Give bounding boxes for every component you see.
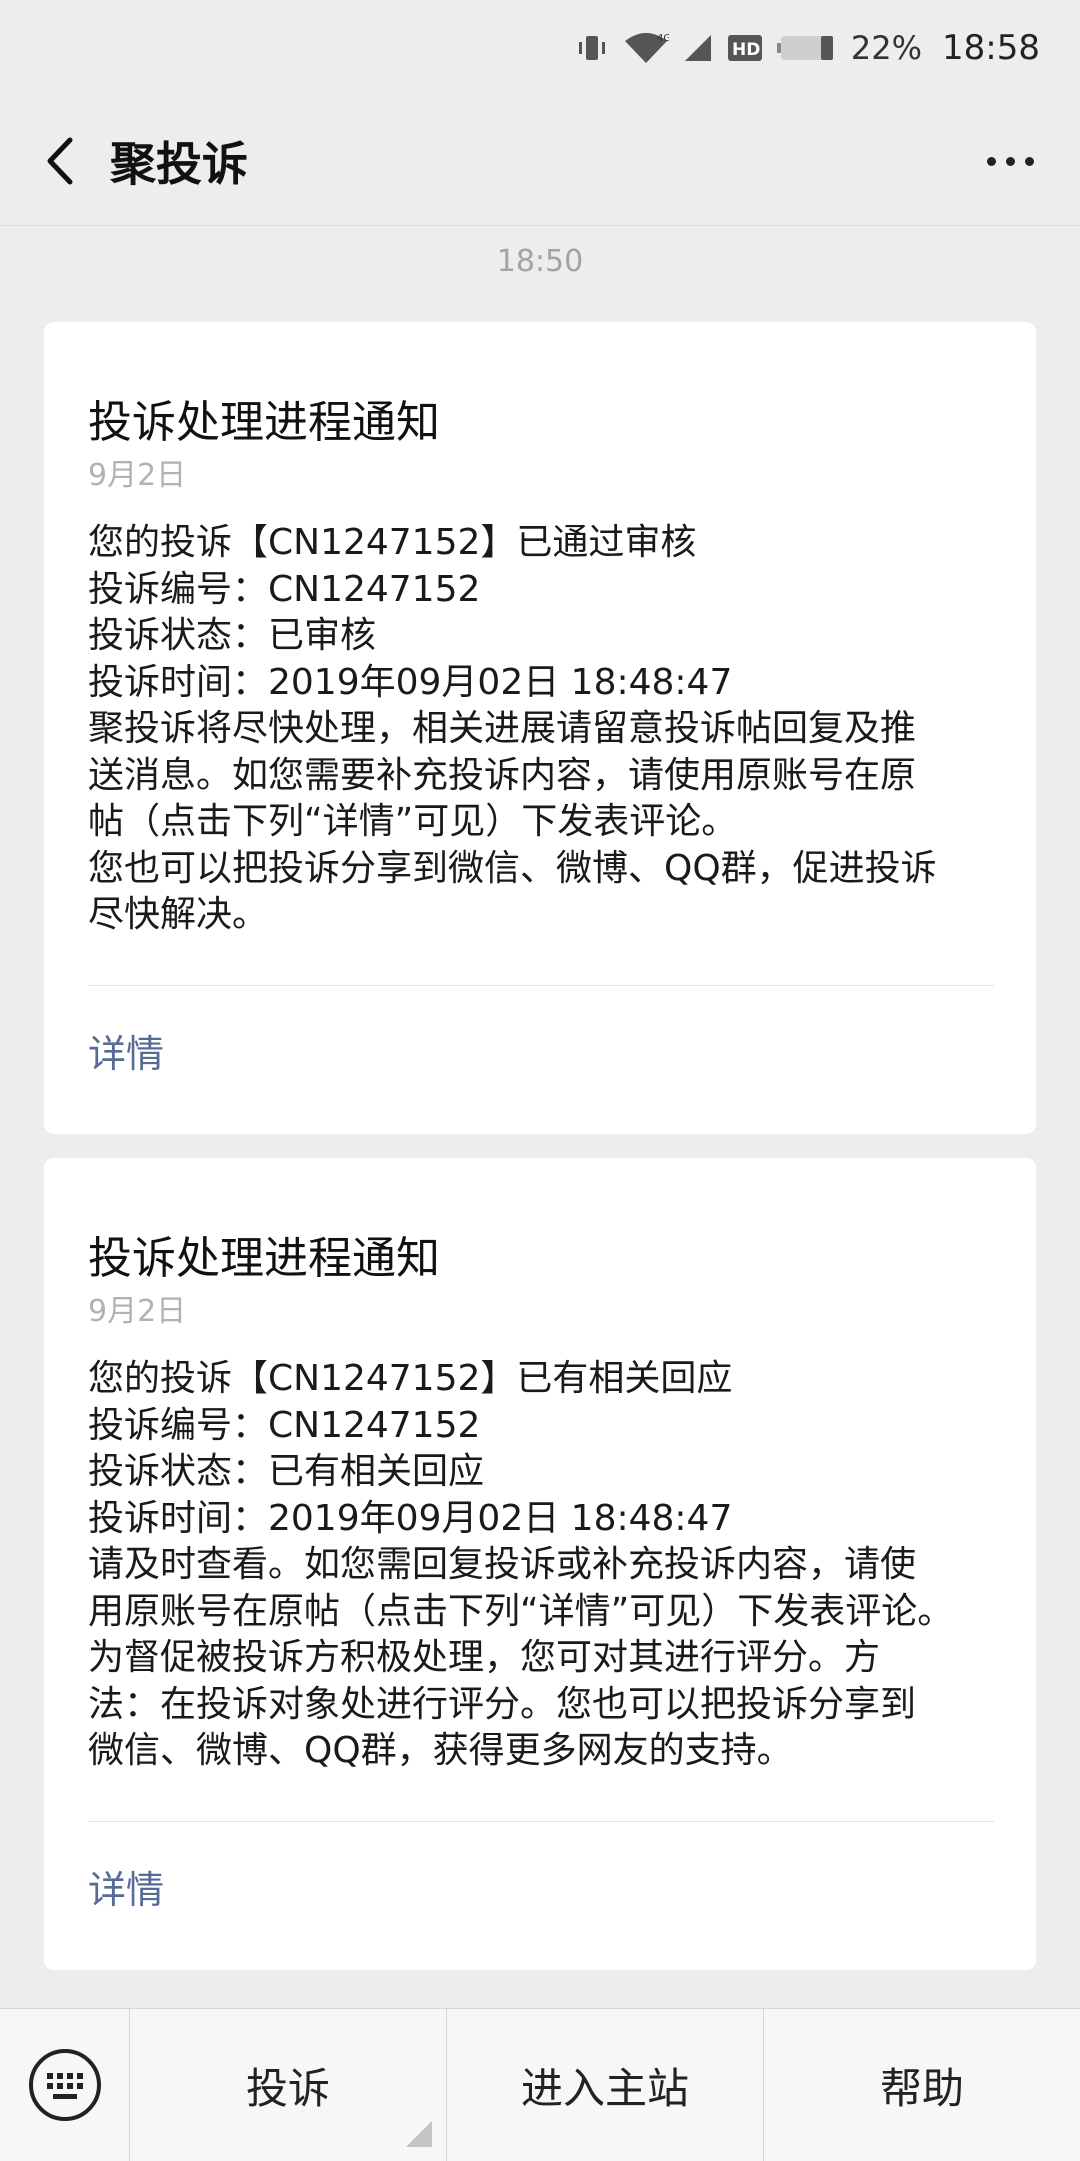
menu-item-complaint[interactable]: 投诉 [130,2009,446,2161]
message-timestamp: 18:50 [496,244,584,279]
card-line: 投诉编号：CN1247152 [88,1404,481,1446]
hd-label: HD [732,40,760,60]
status-bar: 4G HD 22% 18:58 [0,0,1080,96]
card-body: 您的投诉【CN1247152】已有相关回应 投诉编号：CN1247152 投诉状… [88,1356,1008,1775]
card-line: 投诉时间：2019年09月02日 18:48:47 [88,1497,733,1539]
vibrate-icon [575,31,609,65]
page-title: 聚投诉 [110,136,248,191]
card-line: 投诉状态：已有相关回应 [88,1451,485,1492]
card-date: 9月2日 [88,458,187,493]
hd-icon: HD [727,33,763,63]
menu-item-help[interactable]: 帮助 [763,2009,1080,2161]
card-line: 投诉编号：CN1247152 [88,568,481,610]
status-time: 18:58 [942,28,1040,68]
network-type-label: 4G [657,33,669,44]
notification-card[interactable]: 投诉处理进程通知 9月2日 您的投诉【CN1247152】已有相关回应 投诉编号… [44,1158,1036,1970]
details-link[interactable]: 详情 [88,1023,164,1078]
wifi-icon: 4G [623,31,669,65]
card-title: 投诉处理进程通知 [88,1233,440,1284]
card-title: 投诉处理进程通知 [88,397,440,448]
card-line: 您也可以把投诉分享到微信、微博、QQ群，促进投诉 [88,847,937,889]
battery-percent: 22% [850,29,923,67]
back-button[interactable] [10,111,110,211]
keyboard-icon [28,2049,101,2121]
card-divider [88,1821,994,1822]
card-line: 尽快解决。 [88,894,269,935]
battery-icon [776,34,837,62]
card-line: 投诉状态：已审核 [88,615,377,656]
signal-icon [683,33,713,63]
card-date: 9月2日 [88,1294,187,1329]
notification-card[interactable]: 投诉处理进程通知 9月2日 您的投诉【CN1247152】已通过审核 投诉编号：… [44,322,1036,1134]
card-line: 您的投诉【CN1247152】已通过审核 [88,522,697,563]
keyboard-toggle-button[interactable] [0,2009,130,2161]
more-dots-icon [986,156,996,166]
card-body: 您的投诉【CN1247152】已通过审核 投诉编号：CN1247152 投诉状态… [88,520,1008,939]
bottom-menu: 投诉 进入主站 帮助 [0,2008,1080,2161]
card-line: 用原账号在原帖（点击下列“详情”可见）下发表评论。 [88,1590,954,1632]
card-line: 聚投诉将尽快处理，相关进展请留意投诉帖回复及推 [88,708,917,749]
card-line: 法：在投诉对象处进行评分。您也可以把投诉分享到 [88,1683,917,1725]
card-line: 为督促被投诉方积极处理，您可对其进行评分。方 [88,1637,881,1678]
chevron-left-icon [47,137,73,184]
card-line: 投诉时间：2019年09月02日 18:48:47 [88,661,733,703]
nav-bar: 聚投诉 [0,96,1080,226]
more-button[interactable] [970,121,1050,201]
card-divider [88,985,994,986]
card-line: 您的投诉【CN1247152】已有相关回应 [88,1358,733,1399]
card-line: 送消息。如您需要补充投诉内容，请使用原账号在原 [88,754,917,796]
submenu-indicator-icon [406,2121,432,2147]
menu-item-label: 帮助 [879,2063,964,2113]
card-line: 请及时查看。如您需回复投诉或补充投诉内容，请使 [88,1544,917,1585]
card-line: 微信、微博、QQ群，获得更多网友的支持。 [88,1730,793,1771]
card-line: 帖（点击下列“详情”可见）下发表评论。 [88,801,738,842]
details-link[interactable]: 详情 [88,1859,164,1914]
menu-item-label: 投诉 [245,2063,330,2113]
menu-item-label: 进入主站 [520,2063,689,2113]
menu-item-main-site[interactable]: 进入主站 [446,2009,763,2161]
